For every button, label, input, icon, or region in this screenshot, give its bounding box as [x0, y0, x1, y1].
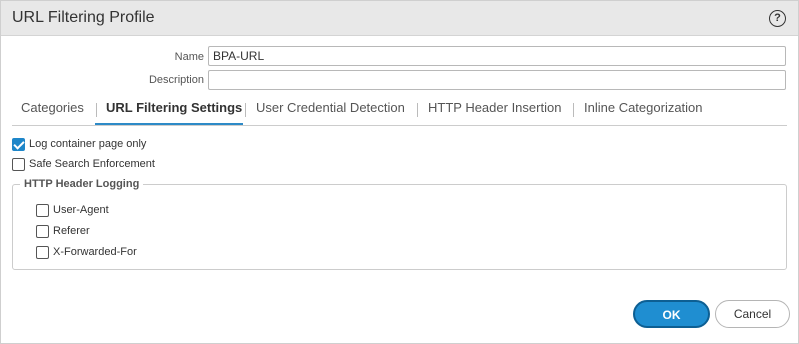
url-filtering-profile-dialog: URL Filtering Profile ? Name Description…: [0, 0, 799, 344]
http-header-logging-legend: HTTP Header Logging: [20, 178, 144, 190]
tab-separator: [417, 103, 418, 117]
description-label: Description: [148, 74, 204, 86]
referer-checkbox[interactable]: [36, 225, 49, 238]
user-agent-label: User-Agent: [53, 204, 109, 216]
safe-search-label: Safe Search Enforcement: [29, 158, 155, 170]
safe-search-checkbox[interactable]: [12, 158, 25, 171]
name-input[interactable]: [208, 46, 786, 66]
cancel-button[interactable]: Cancel: [715, 300, 790, 328]
x-forwarded-for-label: X-Forwarded-For: [53, 246, 137, 258]
dialog-title: URL Filtering Profile: [12, 9, 155, 26]
x-forwarded-for-checkbox[interactable]: [36, 246, 49, 259]
dialog-titlebar: URL Filtering Profile ?: [1, 1, 798, 36]
name-label: Name: [174, 51, 204, 63]
tab-separator: [245, 103, 246, 117]
tab-user-credential-detection[interactable]: User Credential Detection: [256, 100, 405, 115]
log-container-label: Log container page only: [29, 138, 147, 150]
description-input[interactable]: [208, 70, 786, 90]
tab-categories[interactable]: Categories: [21, 100, 84, 115]
tab-separator: [96, 103, 97, 117]
active-tab-indicator: [95, 123, 243, 125]
tab-inline-categorization[interactable]: Inline Categorization: [584, 100, 703, 115]
tab-separator: [573, 103, 574, 117]
ok-button[interactable]: OK: [633, 300, 710, 328]
log-container-checkbox[interactable]: [12, 138, 25, 151]
tab-http-header-insertion[interactable]: HTTP Header Insertion: [428, 100, 561, 115]
tab-bar: Categories URL Filtering Settings User C…: [12, 95, 787, 126]
referer-label: Referer: [53, 225, 90, 237]
tab-url-filtering-settings[interactable]: URL Filtering Settings: [106, 100, 242, 115]
help-icon[interactable]: ?: [769, 10, 786, 27]
user-agent-checkbox[interactable]: [36, 204, 49, 217]
